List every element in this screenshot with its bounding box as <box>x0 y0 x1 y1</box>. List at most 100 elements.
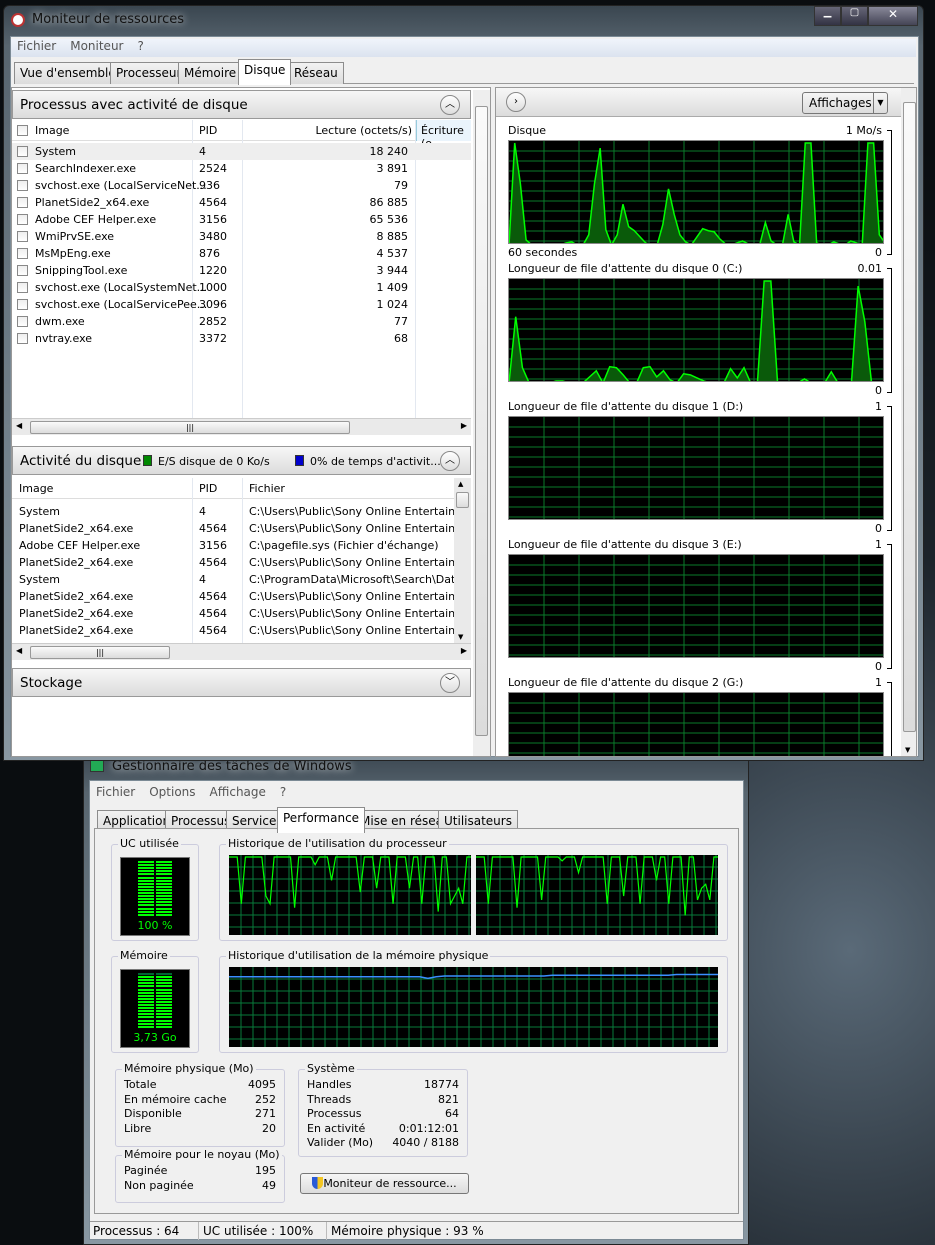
select-all-checkbox[interactable] <box>17 125 28 136</box>
tab-performance[interactable]: Performance <box>277 807 366 833</box>
memory-gauge-bar-segment <box>138 988 154 991</box>
vscroll-thumb[interactable] <box>903 102 916 732</box>
scroll-down-arrow-icon[interactable]: ▼ <box>458 633 463 641</box>
scroll-right-arrow-icon[interactable]: ▶ <box>461 421 467 430</box>
process-checkbox[interactable] <box>17 146 28 157</box>
menu-affichage[interactable]: Affichage <box>210 785 266 799</box>
tab-disque[interactable]: Disque <box>238 59 292 85</box>
minimize-button[interactable]: ▁ <box>814 6 841 26</box>
col-pid[interactable]: PID <box>199 482 217 495</box>
process-row[interactable]: svchost.exe (LocalServiceNet... 936 79 <box>12 177 471 194</box>
process-row[interactable]: SnippingTool.exe 1220 3 944 <box>12 262 471 279</box>
processes-section-header[interactable]: Processus avec activité de disque ︿ <box>12 90 471 119</box>
graphs-vscrollbar[interactable]: ▼ <box>901 88 916 756</box>
process-checkbox[interactable] <box>17 214 28 225</box>
disk-graph <box>508 692 884 756</box>
activity-row[interactable]: PlanetSide2_x64.exe 4564 C:\Users\Public\S… <box>12 520 454 537</box>
process-checkbox[interactable] <box>17 316 28 327</box>
disk-graph <box>508 278 884 382</box>
process-row[interactable]: Adobe CEF Helper.exe 3156 65 536 <box>12 211 471 228</box>
process-row[interactable]: PlanetSide2_x64.exe 4564 86 885 <box>12 194 471 211</box>
status-memory: Mémoire physique : 93 % <box>326 1222 484 1240</box>
graph-background <box>509 417 883 519</box>
menu-fichier[interactable]: Fichier <box>96 785 135 799</box>
stat-label: En mémoire cache <box>124 1092 227 1106</box>
vscroll-thumb[interactable] <box>475 106 488 736</box>
activity-row[interactable]: Adobe CEF Helper.exe 3156 C:\pagefile.sys … <box>12 537 454 554</box>
col-image[interactable]: Image <box>19 482 53 495</box>
process-checkbox[interactable] <box>17 282 28 293</box>
vscroll-thumb[interactable] <box>456 492 469 508</box>
activity-vscrollbar[interactable]: ▲ ▼ <box>454 478 471 643</box>
activity-hscrollbar[interactable]: ◀ ||| ▶ <box>12 643 471 660</box>
menu-fichier[interactable]: Fichier <box>17 39 56 53</box>
scroll-right-arrow-icon[interactable]: ▶ <box>461 646 467 655</box>
process-checkbox[interactable] <box>17 163 28 174</box>
close-button[interactable]: ✕ <box>868 6 918 26</box>
resource-monitor-button[interactable]: Moniteur de ressource... <box>300 1173 469 1194</box>
process-row[interactable]: WmiPrvSE.exe 3480 8 885 <box>12 228 471 245</box>
menu-moniteur[interactable]: Moniteur <box>70 39 123 53</box>
scroll-left-arrow-icon[interactable]: ◀ <box>16 646 22 655</box>
menu-options[interactable]: Options <box>149 785 195 799</box>
process-read: 18 240 <box>369 145 409 158</box>
expand-chevron-down-icon[interactable]: ﹀ <box>440 673 460 693</box>
views-dropdown[interactable]: Affichages ▼ <box>802 92 888 114</box>
memory-gauge-bar-segment <box>138 1025 154 1028</box>
process-checkbox[interactable] <box>17 333 28 344</box>
activity-row[interactable]: PlanetSide2_x64.exe 4564 C:\Users\Public\S… <box>12 588 454 605</box>
process-row[interactable]: svchost.exe (LocalSystemNet... 1000 1 409 <box>12 279 471 296</box>
activity-row[interactable]: PlanetSide2_x64.exe 4564 C:\Users\Public\S… <box>12 605 454 622</box>
collapse-chevron-up-icon[interactable]: ︿ <box>440 95 460 115</box>
tab-reseau[interactable]: Réseau <box>288 62 344 84</box>
menu-help[interactable]: ? <box>280 785 286 799</box>
tab-processeur[interactable]: Processeur <box>110 62 188 84</box>
col-file[interactable]: Fichier <box>249 482 285 495</box>
process-row[interactable]: SearchIndexer.exe 2524 3 891 <box>12 160 471 177</box>
col-image[interactable]: Image <box>35 124 69 137</box>
activity-pid: 4564 <box>199 522 227 535</box>
left-pane-vscrollbar[interactable] <box>473 90 490 756</box>
process-checkbox[interactable] <box>17 231 28 242</box>
process-checkbox[interactable] <box>17 197 28 208</box>
storage-section-header[interactable]: Stockage ﹀ <box>12 668 471 697</box>
menu-help[interactable]: ? <box>137 39 143 53</box>
hscroll-thumb[interactable]: ||| <box>30 646 170 659</box>
physical-memory-group: Mémoire physique (Mo) Totale 4095 En mémoi… <box>115 1062 285 1147</box>
graph-scale-bracket <box>887 130 892 255</box>
col-write[interactable]: Écriture (o <box>416 120 471 150</box>
activity-image: PlanetSide2_x64.exe <box>19 556 134 569</box>
activity-row[interactable]: System 4 C:\Users\Public\Sony Online Enter… <box>12 503 454 520</box>
activity-row[interactable]: PlanetSide2_x64.exe 4564 C:\Users\Public\S… <box>12 554 454 571</box>
scroll-up-arrow-icon[interactable]: ▲ <box>458 480 463 488</box>
stat-label: En activité <box>307 1121 366 1135</box>
expand-chevron-right-icon[interactable]: › <box>506 92 526 112</box>
process-row[interactable]: MsMpEng.exe 876 4 537 <box>12 245 471 262</box>
activity-row[interactable]: PlanetSide2_x64.exe 4564 C:\Users\Public\S… <box>12 622 454 639</box>
scroll-left-arrow-icon[interactable]: ◀ <box>16 421 22 430</box>
scroll-down-arrow-icon[interactable]: ▼ <box>905 746 910 754</box>
col-read[interactable]: Lecture (octets/s) <box>252 124 412 137</box>
activity-section-header[interactable]: Activité du disque E/S disque de 0 Ko/s … <box>12 446 471 475</box>
processes-hscrollbar[interactable]: ◀ ||| ▶ <box>12 418 471 435</box>
process-checkbox[interactable] <box>17 180 28 191</box>
collapse-chevron-up-icon[interactable]: ︿ <box>440 451 460 471</box>
stat-value: 0:01:12:01 <box>398 1121 459 1135</box>
process-row[interactable]: dwm.exe 2852 77 <box>12 313 471 330</box>
memory-gauge-bar-segment <box>138 973 154 975</box>
process-checkbox[interactable] <box>17 248 28 259</box>
tab-memoire[interactable]: Mémoire <box>178 62 243 84</box>
graph-scale-bracket <box>887 682 892 756</box>
hscroll-thumb[interactable]: ||| <box>30 421 350 434</box>
process-read: 4 537 <box>376 247 409 260</box>
maximize-button[interactable]: ▢ <box>841 6 868 26</box>
process-row[interactable]: svchost.exe (LocalServicePee... 3096 1 024 <box>12 296 471 313</box>
process-checkbox[interactable] <box>17 299 28 310</box>
tab-vue-ensemble[interactable]: Vue d'ensemble <box>14 62 122 84</box>
taskmgr-icon <box>90 760 104 772</box>
process-checkbox[interactable] <box>17 265 28 276</box>
process-row[interactable]: nvtray.exe 3372 68 <box>12 330 471 347</box>
process-row[interactable]: System 4 18 240 <box>12 143 471 160</box>
activity-row[interactable]: System 4 C:\ProgramData\Microsoft\Search\D… <box>12 571 454 588</box>
col-pid[interactable]: PID <box>199 124 217 137</box>
